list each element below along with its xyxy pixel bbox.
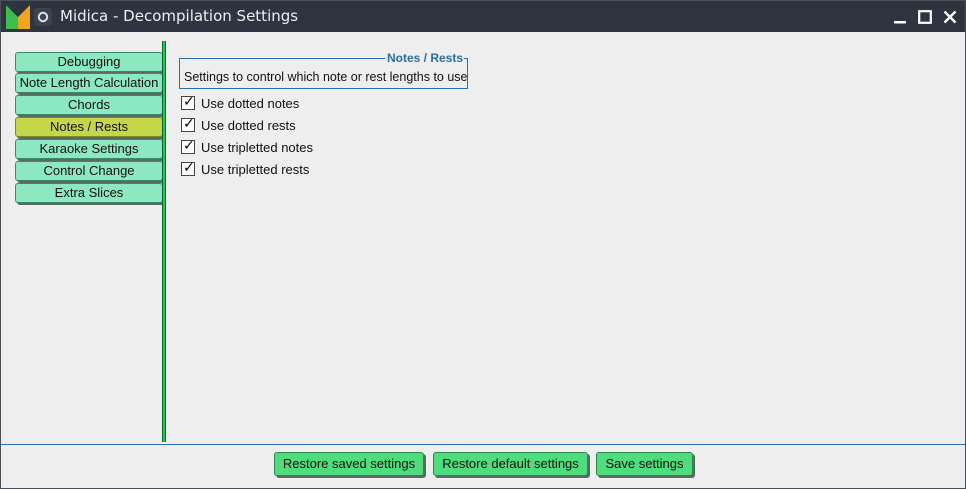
tripletted-rests-label[interactable]: Use tripletted rests [201,162,309,177]
dotted-rests-checkbox[interactable]: ✓ [181,116,195,132]
settings-window: Midica - Decompilation Settings Debuggin… [0,0,966,489]
restore-default-settings-button[interactable]: Restore default settings [433,452,588,476]
close-icon[interactable] [940,7,960,27]
dotted-notes-label[interactable]: Use dotted notes [201,96,299,111]
minimize-icon[interactable] [890,7,910,27]
groupbox-description: Settings to control which note or rest l… [184,70,468,84]
checkbox-row-tripletted-rests[interactable]: ✓ Use tripletted rests [181,160,309,177]
sidebar-item-karaoke-settings[interactable]: Karaoke Settings [15,139,163,159]
dotted-notes-checkbox[interactable]: ✓ [181,94,195,110]
dotted-rests-label[interactable]: Use dotted rests [201,118,296,133]
restore-saved-settings-button[interactable]: Restore saved settings [274,452,424,476]
sidebar-item-note-length-calculation[interactable]: Note Length Calculation [15,73,163,93]
checkbox-row-dotted-rests[interactable]: ✓ Use dotted rests [181,116,296,133]
tripletted-rests-checkbox[interactable]: ✓ [181,160,195,176]
footer-divider [1,444,965,445]
tripletted-notes-checkbox[interactable]: ✓ [181,138,195,154]
window-title: Midica - Decompilation Settings [60,7,299,25]
checkmark-icon: ✓ [183,138,195,154]
sidebar-item-chords[interactable]: Chords [15,95,163,115]
checkmark-icon: ✓ [183,160,195,176]
split-pane-divider[interactable] [162,41,166,442]
checkbox-row-dotted-notes[interactable]: ✓ Use dotted notes [181,94,299,111]
sidebar-item-extra-slices[interactable]: Extra Slices [15,183,163,203]
midica-logo-icon [6,5,30,29]
tripletted-notes-label[interactable]: Use tripletted notes [201,140,313,155]
title-bar[interactable]: Midica - Decompilation Settings [1,1,965,32]
checkbox-row-tripletted-notes[interactable]: ✓ Use tripletted notes [181,138,313,155]
checkmark-icon: ✓ [183,116,195,132]
maximize-icon[interactable] [915,7,935,27]
sidebar-item-control-change[interactable]: Control Change [15,161,163,181]
groupbox-title: Notes / Rests [387,51,464,65]
save-settings-button[interactable]: Save settings [596,452,693,476]
sidebar-item-notes-rests[interactable]: Notes / Rests [15,117,163,137]
checkmark-icon: ✓ [183,94,195,110]
sidebar-item-debugging[interactable]: Debugging [15,52,163,72]
window-shade-icon[interactable] [34,8,52,26]
